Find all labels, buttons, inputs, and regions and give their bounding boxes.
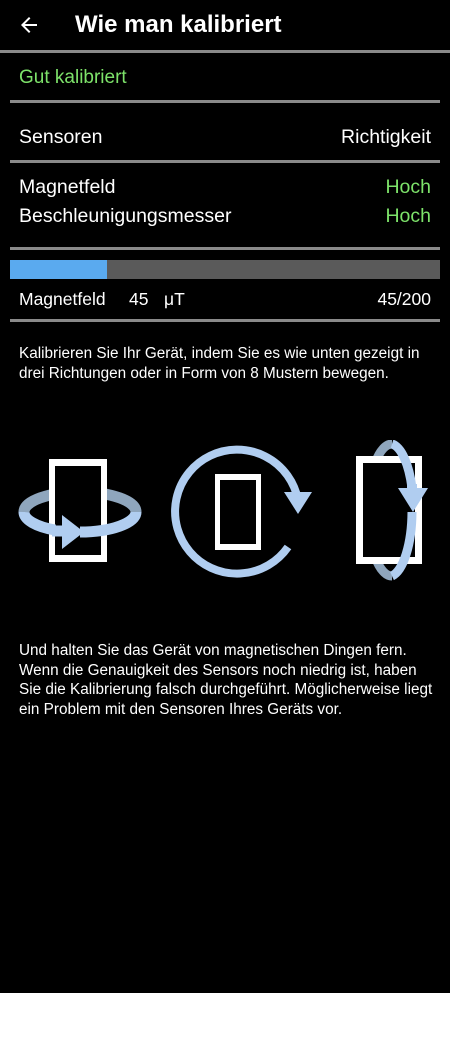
magnetic-label: Magnetfeld (19, 289, 106, 309)
note-text: Und halten Sie das Gerät von magnetische… (19, 642, 433, 718)
sensor-row-accuracy: Hoch (385, 176, 431, 198)
sensor-row-accuracy: Hoch (385, 205, 431, 227)
divider (10, 160, 440, 163)
magnetic-unit: μT (164, 289, 185, 309)
calibration-screen: Wie man kalibriert Gut kalibriert Sensor… (0, 0, 450, 993)
app-bar: Wie man kalibriert (0, 0, 450, 52)
divider (0, 50, 450, 53)
sensor-row-label: Beschleunigungsmesser (19, 205, 232, 227)
accuracy-column-header: Richtigkeit (341, 126, 431, 148)
back-button[interactable] (10, 6, 48, 44)
sensor-row-label: Magnetfeld (19, 176, 116, 198)
divider (10, 100, 440, 103)
magnetic-progress-bar (10, 260, 440, 279)
sensors-column-header: Sensoren (19, 126, 103, 148)
horizontal-rotation-icon (18, 459, 142, 562)
magnetic-value: 45 (129, 289, 149, 309)
divider (10, 247, 440, 250)
screen-plane-rotation-icon (171, 445, 312, 578)
magnetic-progress-text: 45/200 (377, 289, 431, 309)
calibration-status: Gut kalibriert (19, 67, 127, 88)
arrow-left-icon (21, 17, 37, 33)
page-title: Wie man kalibriert (75, 11, 282, 38)
instructions-text: Kalibrieren Sie Ihr Gerät, indem Sie es … (19, 345, 420, 382)
magnetic-progress-fill (10, 260, 107, 279)
vertical-rotation-icon (356, 440, 428, 581)
divider (10, 319, 440, 322)
